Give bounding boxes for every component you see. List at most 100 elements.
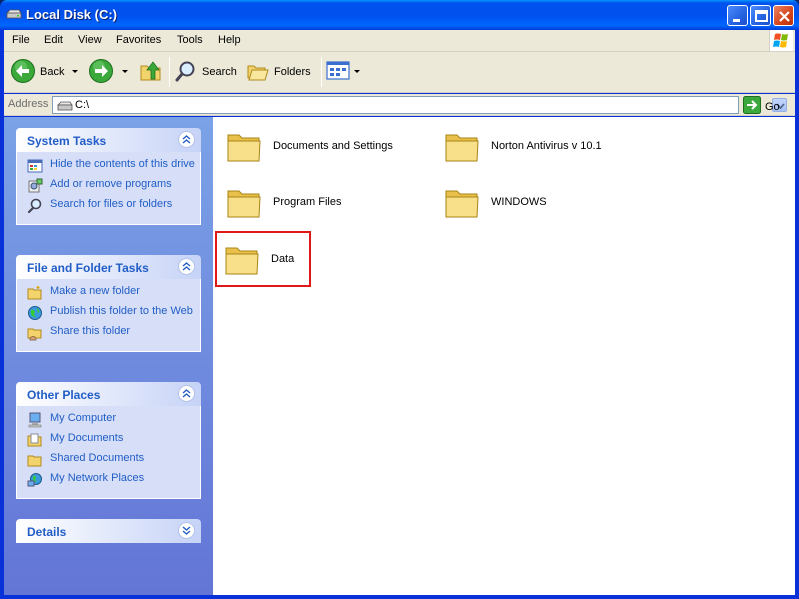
share-folder-icon [27, 325, 43, 341]
other-places-body: My Computer My Documents Shared Document… [16, 406, 201, 499]
folder-data[interactable]: Data [215, 231, 311, 287]
back-dropdown-icon[interactable] [72, 70, 78, 73]
folder-icon [225, 183, 263, 221]
my-computer-icon [27, 412, 43, 428]
file-folder-tasks-body: Make a new folder Publish this folder to… [16, 279, 201, 352]
task-add-remove-programs[interactable]: Add or remove programs [27, 178, 196, 194]
task-label: My Network Places [50, 472, 145, 484]
views-dropdown-icon[interactable] [354, 70, 360, 73]
folder-label: Program Files [273, 196, 342, 208]
panel-title: File and Folder Tasks [27, 261, 149, 275]
details-panel: Details [16, 519, 201, 543]
explorer-window: Local Disk (C:) File Edit View Favorites… [0, 0, 799, 599]
folders-button[interactable]: Folders [246, 58, 311, 86]
task-label: Search for files or folders [50, 198, 173, 210]
place-my-computer[interactable]: My Computer [27, 412, 196, 428]
file-folder-tasks-header[interactable]: File and Folder Tasks [16, 255, 201, 279]
forward-button[interactable] [88, 58, 114, 86]
folder-label: Documents and Settings [273, 140, 393, 152]
details-header[interactable]: Details [16, 519, 201, 543]
task-share-folder[interactable]: Share this folder [27, 325, 196, 341]
task-pane: System Tasks Hide the contents of this d… [4, 117, 213, 595]
views-button[interactable] [326, 58, 352, 86]
folders-icon [246, 59, 270, 86]
my-documents-icon [27, 432, 43, 448]
task-publish-web[interactable]: Publish this folder to the Web [27, 305, 196, 321]
up-folder-button[interactable] [138, 58, 164, 86]
task-label: Share this folder [50, 325, 131, 337]
address-value: C:\ [75, 99, 90, 111]
menu-bar: File Edit View Favorites Tools Help [4, 30, 795, 52]
menu-file[interactable]: File [12, 34, 30, 46]
place-network-places[interactable]: My Network Places [27, 472, 196, 488]
drive-icon [57, 101, 73, 114]
folder-windows[interactable]: WINDOWS [435, 178, 635, 226]
task-label: Publish this folder to the Web [50, 305, 193, 317]
task-hide-contents[interactable]: Hide the contents of this drive [27, 158, 196, 174]
folder-contents: Documents and Settings Norton Antivirus … [213, 117, 795, 595]
title-bar[interactable]: Local Disk (C:) [0, 0, 799, 30]
forward-dropdown-icon[interactable] [122, 70, 128, 73]
folder-norton-antivirus[interactable]: Norton Antivirus v 10.1 [435, 122, 635, 170]
toolbar-separator [169, 57, 170, 87]
folder-program-files[interactable]: Program Files [217, 178, 417, 226]
folder-icon [225, 127, 263, 165]
collapse-icon[interactable] [178, 385, 195, 402]
collapse-icon[interactable] [178, 258, 195, 275]
other-places-header[interactable]: Other Places [16, 382, 201, 406]
hide-contents-icon [27, 158, 43, 174]
go-button[interactable]: Go [743, 96, 780, 117]
place-shared-documents[interactable]: Shared Documents [27, 452, 196, 468]
collapse-icon[interactable] [178, 131, 195, 148]
menu-tools[interactable]: Tools [177, 34, 203, 46]
menu-view[interactable]: View [78, 34, 102, 46]
menu-favorites[interactable]: Favorites [116, 34, 161, 46]
views-icon [326, 60, 352, 85]
network-places-icon [27, 472, 43, 488]
folder-documents-and-settings[interactable]: Documents and Settings [217, 122, 417, 170]
task-label: My Documents [50, 432, 124, 444]
up-folder-icon [138, 58, 164, 87]
publish-web-icon [27, 305, 43, 321]
toolbar: Back Search Folders [4, 52, 795, 93]
folder-label: Norton Antivirus v 10.1 [491, 140, 602, 152]
task-label: Shared Documents [50, 452, 145, 464]
window-frame-bottom [0, 595, 799, 599]
folder-icon [443, 127, 481, 165]
folders-label: Folders [274, 66, 311, 78]
back-arrow-icon [10, 58, 36, 87]
expand-icon[interactable] [178, 522, 195, 539]
task-label: Make a new folder [50, 285, 140, 297]
search-icon [174, 59, 198, 86]
panel-title: Other Places [27, 388, 101, 402]
toolbar-separator [321, 57, 322, 87]
menu-edit[interactable]: Edit [44, 34, 63, 46]
address-label: Address [8, 98, 49, 110]
file-folder-tasks-panel: File and Folder Tasks Make a new folder [16, 255, 201, 352]
window-frame-right [795, 30, 799, 599]
folder-icon [443, 183, 481, 221]
windows-logo-icon [769, 30, 793, 51]
minimize-button[interactable] [727, 5, 748, 26]
system-tasks-header[interactable]: System Tasks [16, 128, 201, 152]
address-bar: Address C:\ Go [4, 94, 795, 116]
other-places-panel: Other Places My Computer My Documents Sh… [16, 382, 201, 499]
drive-icon [6, 8, 22, 20]
search-icon [27, 198, 43, 214]
go-arrow-icon [743, 96, 761, 117]
system-tasks-body: Hide the contents of this drive Add or r… [16, 152, 201, 225]
search-button[interactable]: Search [174, 58, 237, 86]
task-search-files[interactable]: Search for files or folders [27, 198, 196, 214]
go-label: Go [765, 100, 780, 113]
place-my-documents[interactable]: My Documents [27, 432, 196, 448]
address-input[interactable]: C:\ [52, 96, 787, 114]
new-folder-icon [27, 285, 43, 301]
panel-title: Details [27, 525, 67, 539]
task-make-new-folder[interactable]: Make a new folder [27, 285, 196, 301]
back-button[interactable]: Back [10, 58, 64, 86]
close-button[interactable] [773, 5, 794, 26]
back-label: Back [40, 66, 65, 78]
window-title: Local Disk (C:) [26, 7, 118, 22]
menu-help[interactable]: Help [218, 34, 241, 46]
maximize-button[interactable] [750, 5, 771, 26]
